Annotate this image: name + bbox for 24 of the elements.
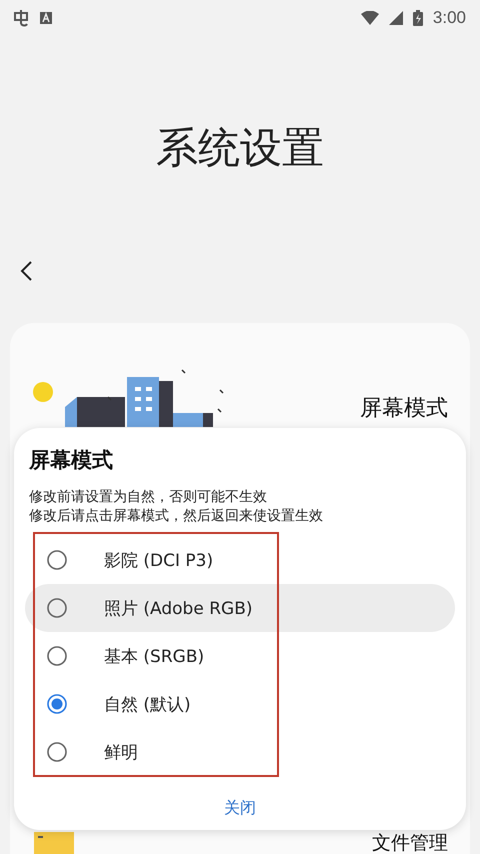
app-icon [40,12,52,24]
mode-option[interactable]: 基本 (SRGB) [25,632,455,680]
mode-option[interactable]: 自然 (默认) [25,680,455,728]
radio-button[interactable] [47,646,67,666]
wifi-icon [360,11,379,25]
notification-icon [12,9,30,27]
radio-button[interactable] [47,598,67,618]
page-title: 系统设置 [156,122,324,174]
clock: 3:00 [432,8,466,28]
radio-button[interactable] [47,742,67,762]
battery-icon [412,10,423,26]
mode-option[interactable]: 影院 (DCI P3) [25,536,455,584]
setting-title: 文件管理 [372,832,448,854]
setting-title: 屏幕模式 [360,395,448,423]
dialog-title: 屏幕模式 [29,447,114,474]
radio-button[interactable] [47,694,67,714]
signal-icon [388,11,403,25]
mode-option[interactable]: 照片 (Adobe RGB) [25,584,455,632]
close-button[interactable]: 关闭 [214,794,266,823]
dialog-note: 修改后请点击屏幕模式，然后返回来使设置生效 [29,507,324,526]
dialog-note: 修改前请设置为自然，否则可能不生效 [29,488,268,507]
mode-option[interactable]: 鲜明 [25,728,455,776]
radio-button[interactable] [47,550,67,570]
folder-icon [34,832,74,854]
